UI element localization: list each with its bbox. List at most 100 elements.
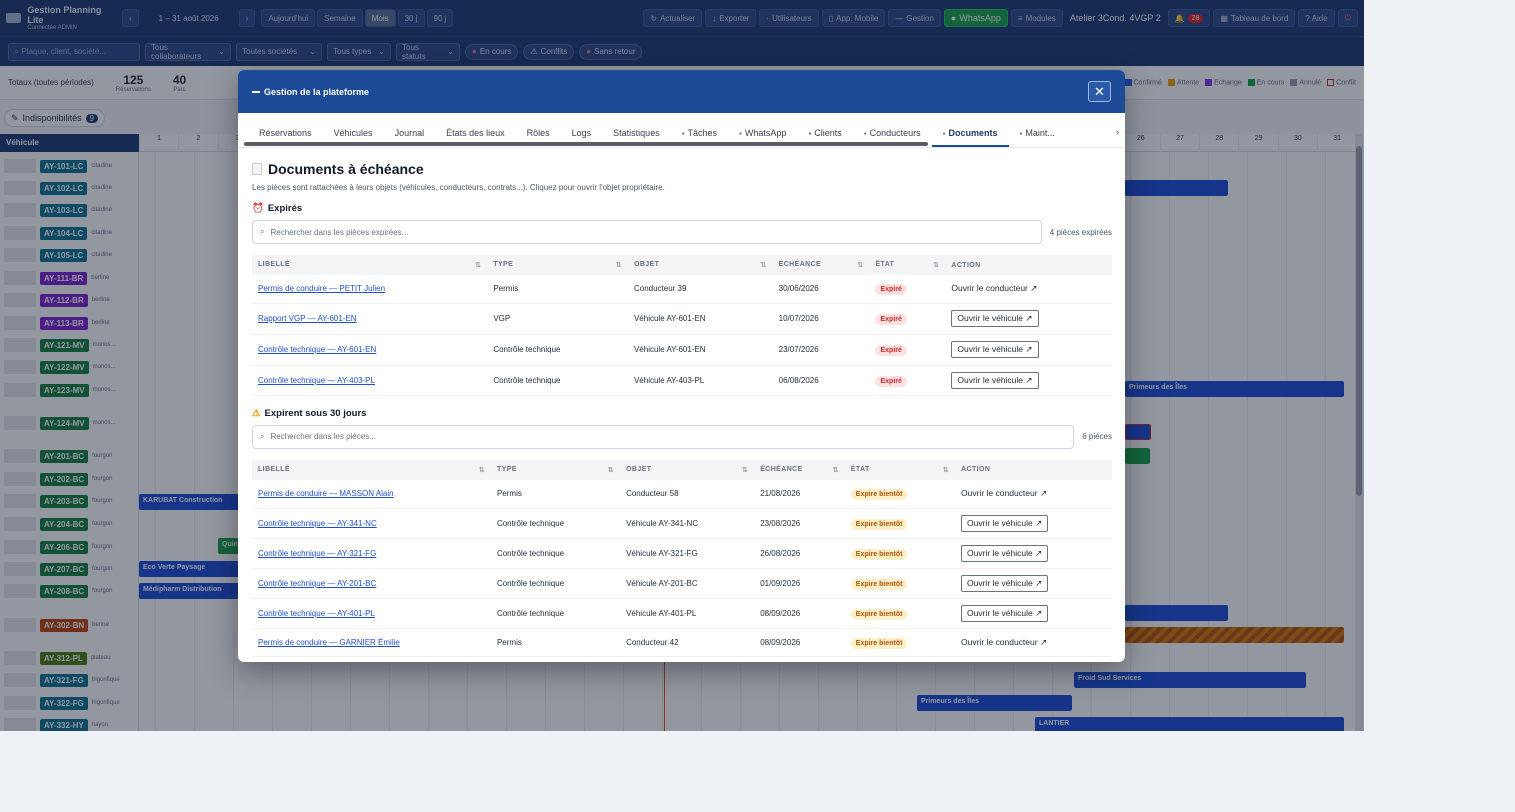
column-header-label: ACTION xyxy=(961,466,991,473)
tab-label: WhatsApp xyxy=(744,128,787,138)
open-vehicle-button[interactable]: Ouvrir le véhicule ↗ xyxy=(951,310,1039,327)
column-header[interactable]: ÉTAT ⇅ xyxy=(869,255,946,275)
column-header[interactable]: OBJET ⇅ xyxy=(627,255,773,275)
document-link[interactable]: Permis de conduire — PETIT Julien xyxy=(258,284,385,293)
libelle-cell: Permis de conduire — MASSON Alain xyxy=(252,479,491,509)
column-header[interactable]: TYPE ⇅ xyxy=(487,255,628,275)
table-row: Contrôle technique — AY-341-NC Contrôle t… xyxy=(252,508,1112,539)
sort-icon[interactable]: ⇅ xyxy=(857,261,863,269)
type-cell: Permis xyxy=(487,275,628,304)
column-header[interactable]: ÉCHÉANCE ⇅ xyxy=(772,255,870,275)
status-badge: Expire bientôt xyxy=(850,609,908,620)
tab-label: Logs xyxy=(571,128,592,138)
sort-icon[interactable]: ⇅ xyxy=(933,261,939,269)
chat-icon: ▪ xyxy=(739,128,742,138)
table-row: Contrôle technique — AY-601-EN Contrôle t… xyxy=(252,334,1112,366)
sort-icon[interactable]: ⇅ xyxy=(616,261,622,269)
tab-label: Rôles xyxy=(526,128,550,138)
expired-search-input[interactable]: ⌕ Rechercher dans les pièces expirées... xyxy=(252,220,1042,244)
column-header-label: TYPE xyxy=(496,465,517,473)
status-badge: Expire bientôt xyxy=(850,519,908,530)
action-cell: Ouvrir le conducteur ↗ xyxy=(955,628,1112,657)
tab-label: Véhicules xyxy=(333,128,373,138)
action-cell: Ouvrir le véhicule ↗ xyxy=(955,538,1112,569)
document-link[interactable]: Contrôle technique — AY-341-NC xyxy=(258,519,377,528)
tabs-scrollbar[interactable] xyxy=(244,142,928,146)
document-link[interactable]: Contrôle technique — AY-321-FG xyxy=(258,549,376,558)
sort-icon[interactable]: ⇅ xyxy=(943,466,949,474)
object-cell: Véhicule AY-601-EN xyxy=(627,334,773,366)
open-vehicle-button[interactable]: Ouvrir le véhicule ↗ xyxy=(951,341,1039,358)
object-cell: Véhicule AY-341-NC xyxy=(620,508,755,539)
sort-icon[interactable]: ⇅ xyxy=(475,261,481,269)
soon-section-title: ⚠ Expirent sous 30 jours xyxy=(252,407,367,419)
column-header[interactable]: LIBELLÉ ⇅ xyxy=(252,255,488,275)
open-driver-link[interactable]: Ouvrir le conducteur ↗ xyxy=(961,637,1047,647)
column-header-label: TYPE xyxy=(493,261,514,268)
document-link[interactable]: Contrôle technique — AY-601-EN xyxy=(258,345,376,354)
object-cell: Véhicule AY-601-EN xyxy=(627,303,773,335)
open-vehicle-button[interactable]: Ouvrir le véhicule ↗ xyxy=(961,545,1049,562)
column-header[interactable]: ACTION xyxy=(955,459,1112,480)
alarm-icon: ⏰ xyxy=(252,203,264,214)
table-row: Permis de conduire — GARNIER Émilie Permi… xyxy=(252,628,1112,657)
soon-search-input[interactable]: ⌕ Rechercher dans les pièces... xyxy=(252,424,1075,449)
document-link[interactable]: Rapport VGP — AY-601-EN xyxy=(258,314,357,323)
column-header-label: ACTION xyxy=(951,261,981,269)
tab-maint-[interactable]: ▪ Maint... xyxy=(1009,128,1066,147)
tab-label: Clients xyxy=(814,128,842,138)
document-link[interactable]: Permis de conduire — MASSON Alain xyxy=(258,489,394,498)
due-date-cell: 06/08/2026 xyxy=(772,365,870,396)
expired-table: LIBELLÉ ⇅ TYPE ⇅ OBJET ⇅ ÉCHÉANCE ⇅ ÉTAT ⇅ ACTION … xyxy=(252,255,1112,396)
column-header[interactable]: LIBELLÉ ⇅ xyxy=(252,459,491,480)
table-row: Rapport VGP — AY-601-EN VGP Véhicule AY-60… xyxy=(252,303,1112,335)
document-link[interactable]: Contrôle technique — AY-201-BC xyxy=(258,579,376,588)
close-button[interactable]: ✕ xyxy=(1088,81,1111,102)
document-icon xyxy=(252,163,262,175)
open-vehicle-button[interactable]: Ouvrir le véhicule ↗ xyxy=(951,371,1039,389)
column-header-label: ÉTAT xyxy=(875,261,895,268)
type-cell: Contrôle technique xyxy=(490,598,621,629)
column-header[interactable]: ACTION xyxy=(945,255,1112,275)
sort-icon[interactable]: ⇅ xyxy=(479,466,485,474)
open-driver-link[interactable]: Ouvrir le conducteur ↗ xyxy=(951,283,1037,293)
column-header[interactable]: ÉCHÉANCE ⇅ xyxy=(754,459,845,480)
sort-icon[interactable]: ⇅ xyxy=(833,466,839,474)
column-header[interactable]: OBJET ⇅ xyxy=(620,459,755,480)
dash-icon xyxy=(252,90,260,93)
tab-documents[interactable]: ▪ Documents xyxy=(931,128,1009,147)
sort-icon[interactable]: ⇅ xyxy=(760,261,766,269)
action-cell: Ouvrir le véhicule ↗ xyxy=(955,508,1112,539)
due-date-cell: 26/08/2026 xyxy=(754,538,845,569)
document-link[interactable]: Contrôle technique — AY-403-PL xyxy=(258,376,375,385)
action-cell: Ouvrir le véhicule ↗ xyxy=(955,598,1112,629)
document-link[interactable]: Permis de conduire — GARNIER Émilie xyxy=(258,638,400,647)
open-driver-link[interactable]: Ouvrir le conducteur ↗ xyxy=(961,488,1047,498)
sort-icon[interactable]: ⇅ xyxy=(608,466,614,474)
document-link[interactable]: Contrôle technique — AY-401-PL xyxy=(258,609,375,618)
status-cell: Expire bientôt xyxy=(844,568,956,599)
libelle-cell: Contrôle technique — AY-201-BC xyxy=(252,568,491,599)
person-icon: ▪ xyxy=(863,128,867,138)
status-cell: Expire bientôt xyxy=(844,538,956,569)
column-header[interactable]: TYPE ⇅ xyxy=(490,459,621,480)
libelle-cell: Contrôle technique — AY-601-EN xyxy=(252,334,488,366)
open-vehicle-button[interactable]: Ouvrir le véhicule ↗ xyxy=(961,575,1049,592)
type-cell: Permis xyxy=(490,628,621,657)
object-cell: Véhicule AY-321-FG xyxy=(620,538,755,569)
due-date-cell: 23/07/2026 xyxy=(772,334,870,366)
libelle-cell: Contrôle technique — AY-403-PL xyxy=(252,365,488,396)
sort-icon[interactable]: ⇅ xyxy=(742,466,748,474)
expired-search-row: ⌕ Rechercher dans les pièces expirées... … xyxy=(252,220,1112,244)
type-cell: Contrôle technique xyxy=(490,538,621,569)
column-header-label: ÉTAT xyxy=(850,465,870,473)
type-cell: VGP xyxy=(487,303,628,335)
open-vehicle-button[interactable]: Ouvrir le véhicule ↗ xyxy=(961,605,1049,622)
column-header-label: ÉCHÉANCE xyxy=(778,261,822,268)
tab-label: Documents xyxy=(948,128,998,138)
tab-label: Conducteurs xyxy=(869,128,921,138)
app-window: Gestion Planning Lite Connectée ADMIN ‹ … xyxy=(0,0,1364,731)
column-header[interactable]: ÉTAT ⇅ xyxy=(844,459,956,480)
open-vehicle-button[interactable]: Ouvrir le véhicule ↗ xyxy=(961,515,1049,532)
tabs-scroll-right-icon[interactable]: › xyxy=(1116,127,1122,137)
